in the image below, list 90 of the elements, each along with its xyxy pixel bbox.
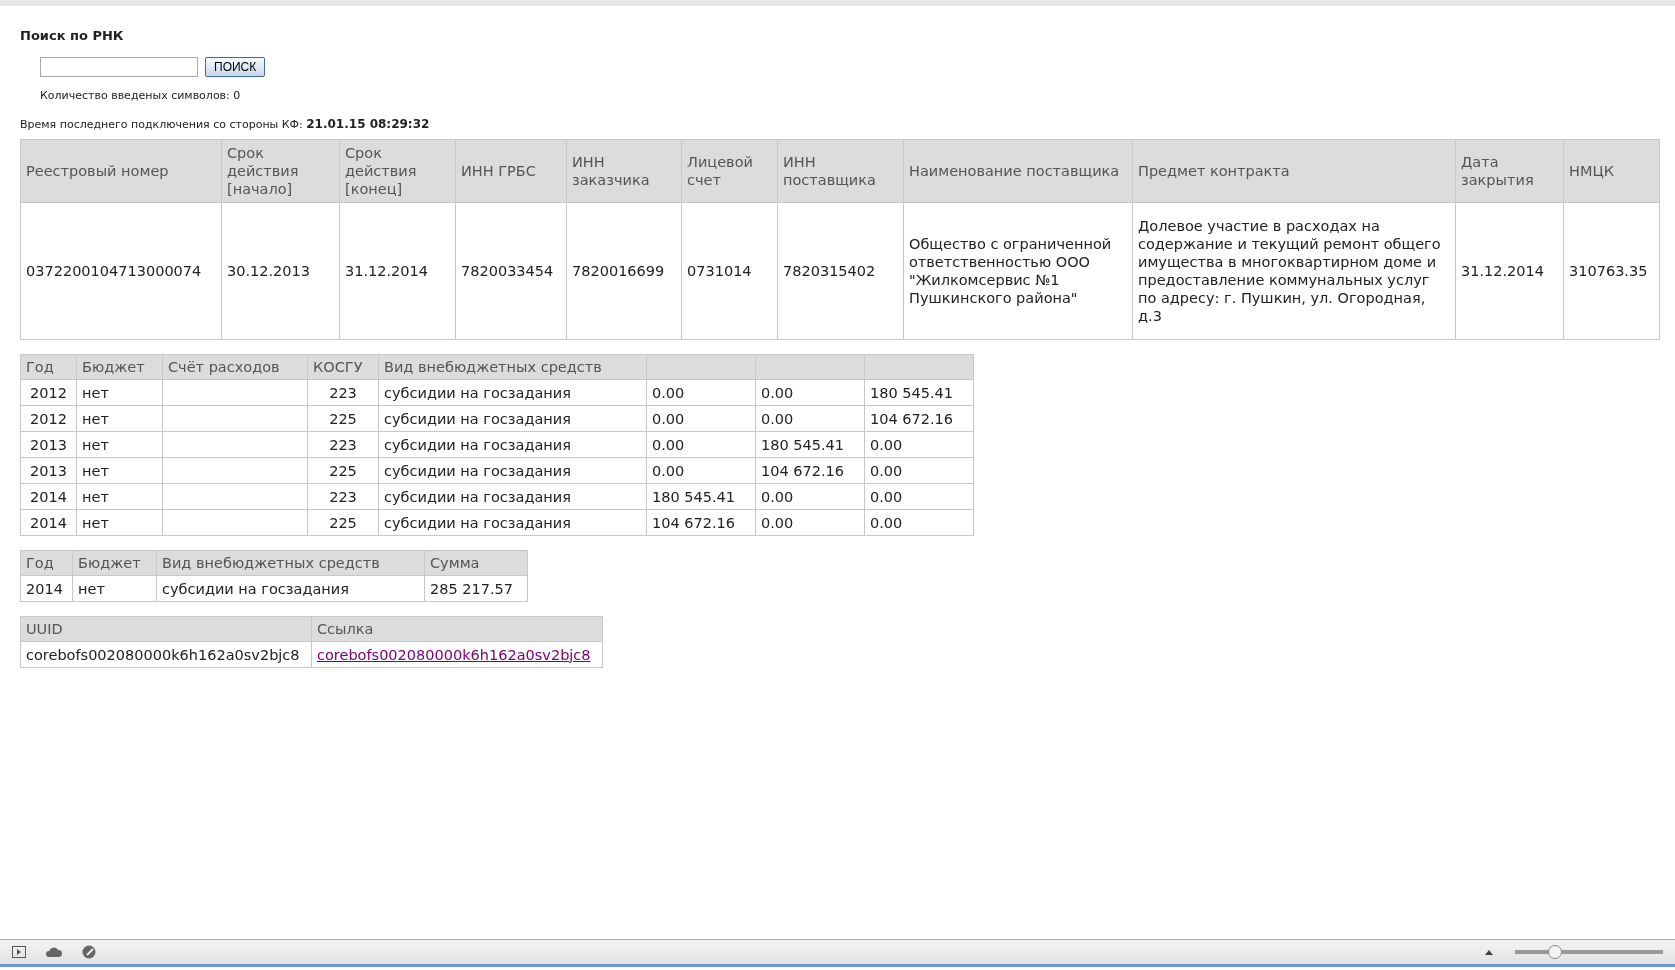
last-connection-label: Время последнего подключения со стороны КФ: (20, 118, 303, 131)
table-cell: субсидии на госзадания (378, 405, 647, 432)
table-cell: 104 672.16 (755, 457, 865, 484)
table-cell: субсидии на госзадания (378, 509, 647, 536)
table-cell: субсидии на госзадания (378, 431, 647, 458)
table-cell: 0.00 (755, 379, 865, 406)
table-cell: 2013 (20, 457, 77, 484)
panel-toggle-icon[interactable] (12, 946, 26, 958)
table-cell: 2014 (20, 575, 73, 602)
table-cell: 0731014 (681, 202, 778, 340)
table-cell: нет (76, 431, 163, 458)
table-cell: 0.00 (864, 431, 974, 458)
table-cell: субсидии на госзадания (378, 457, 647, 484)
table-cell: субсидии на госзадания (156, 575, 425, 602)
table-cell: 0.00 (755, 483, 865, 510)
column-header: КОСГУ (307, 354, 379, 380)
table-cell: 0.00 (646, 431, 756, 458)
column-header: Реестровый номер (20, 139, 222, 203)
column-header: ИНН заказчика (566, 139, 682, 203)
table-cell: corebofs002080000k6h162a0sv2bjc8 (20, 641, 312, 668)
column-header: Наименование поставщика (903, 139, 1133, 203)
column-header: Ссылка (311, 616, 603, 642)
gauge-icon[interactable] (82, 945, 96, 959)
column-header: Дата закрытия (1455, 139, 1564, 203)
table-cell: 225 (307, 405, 379, 432)
column-header: Предмет контракта (1132, 139, 1456, 203)
table-cell: 310763.35 (1563, 202, 1660, 340)
column-header: Лицевой счет (681, 139, 778, 203)
table-cell: 31.12.2014 (1455, 202, 1564, 340)
table-cell: нет (72, 575, 157, 602)
column-header: Срок действия [конец] (339, 139, 456, 203)
table-cell: 180 545.41 (864, 379, 974, 406)
table-cell: 104 672.16 (646, 509, 756, 536)
table-cell: нет (76, 457, 163, 484)
table-cell: 0.00 (646, 379, 756, 406)
column-header: Сумма (424, 550, 528, 576)
table-cell: 0.00 (864, 457, 974, 484)
column-header: Год (20, 550, 73, 576)
table-cell: 223 (307, 431, 379, 458)
column-header: Бюджет (72, 550, 157, 576)
table-cell: нет (76, 405, 163, 432)
table-cell: 7820016699 (566, 202, 682, 340)
table-cell: нет (76, 483, 163, 510)
table-cell: 104 672.16 (864, 405, 974, 432)
table-cell: 7820315402 (777, 202, 904, 340)
table-cell: 2012 (20, 379, 77, 406)
last-connection-time: 21.01.15 08:29:32 (306, 117, 430, 131)
table-cell: 180 545.41 (646, 483, 756, 510)
table-cell: 225 (307, 509, 379, 536)
table-cell: 2014 (20, 483, 77, 510)
table-cell: 225 (307, 457, 379, 484)
table-cell: 2012 (20, 405, 77, 432)
table-cell: 2014 (20, 509, 77, 536)
column-header: Срок действия [начало] (221, 139, 340, 203)
table-cell: субсидии на госзадания (378, 379, 647, 406)
table-cell: 2013 (20, 431, 77, 458)
table-cell: 223 (307, 483, 379, 510)
search-title: Поиск по РНК (20, 28, 125, 43)
table-cell: 223 (307, 379, 379, 406)
column-header: ИНН ГРБС (455, 139, 567, 203)
table-cell: Общество с ограниченной ответственностью ООО "Жилкомсервис №1 Пушкинского района" (903, 202, 1133, 340)
table-cell: 0372200104713000074 (20, 202, 222, 340)
column-header: Год (20, 354, 77, 380)
table-cell: 30.12.2013 (221, 202, 340, 340)
table-cell: 0.00 (864, 483, 974, 510)
column-header: ИНН поставщика (777, 139, 904, 203)
up-arrow-icon[interactable] (1485, 949, 1493, 955)
table-cell: 180 545.41 (755, 431, 865, 458)
cloud-icon[interactable] (46, 947, 62, 957)
table-cell: Долевое участие в расходах на содержание и текущий ремонт общего имущества в многоквартирном доме и предоставление коммунальных услуг по адресу: г. Пушкин, ул. Огородная, д.3 (1132, 202, 1456, 340)
search-button[interactable]: ПОИСК (205, 57, 266, 77)
column-header: Бюджет (76, 354, 163, 380)
table-cell: 285 217.57 (424, 575, 528, 602)
table-cell: 0.00 (755, 509, 865, 536)
table-cell: субсидии на госзадания (378, 483, 647, 510)
column-header: НМЦК (1563, 139, 1660, 203)
search-field[interactable] (40, 57, 198, 77)
table-cell: 0.00 (755, 405, 865, 432)
table-cell: 0.00 (646, 457, 756, 484)
table-cell: 31.12.2014 (339, 202, 456, 340)
character-counter: Количество введеных символов: 0 (39, 88, 242, 102)
table-cell: нет (76, 379, 163, 406)
table-cell: 0.00 (646, 405, 756, 432)
table-cell: нет (76, 509, 163, 536)
column-header: UUID (20, 616, 312, 642)
table-cell: 7820033454 (455, 202, 567, 340)
column-header: Вид внебюджетных средств (156, 550, 425, 576)
table-cell: 0.00 (864, 509, 974, 536)
column-header: Счёт расходов (162, 354, 308, 380)
column-header: Вид внебюджетных средств (378, 354, 647, 380)
